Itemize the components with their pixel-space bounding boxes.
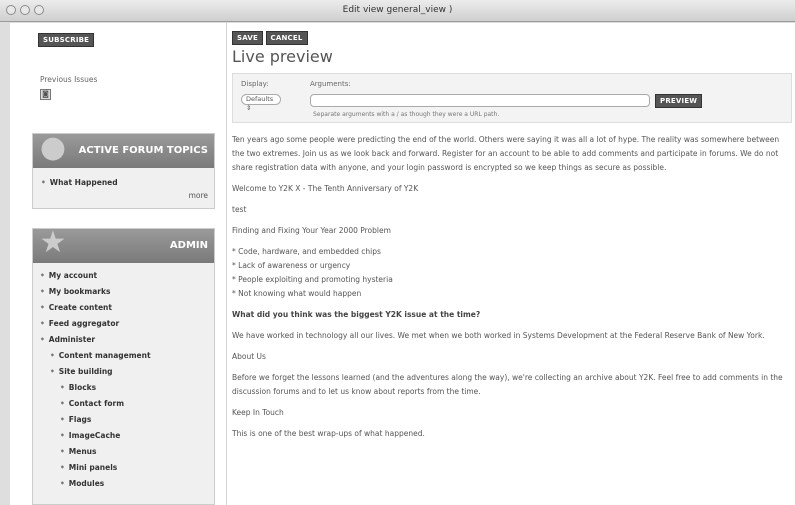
admin-block-header: ★ ADMIN: [33, 225, 214, 263]
nav-label: Mini panels: [68, 463, 118, 472]
forum-block-title: ACTIVE FORUM TOPICS: [78, 145, 208, 156]
display-select-value: Defaults: [246, 95, 274, 103]
nav-item-mini-panels[interactable]: • Mini panels: [40, 460, 151, 476]
list-item: * Lack of awareness or urgency: [232, 261, 351, 270]
window-titlebar: Edit view general_view ): [0, 0, 795, 22]
nav-label: My bookmarks: [48, 287, 111, 296]
active-forum-topics-block: ● ACTIVE FORUM TOPICS • What Happened mor…: [32, 130, 215, 209]
page-title: Live preview: [232, 47, 333, 66]
question-line: What did you think was the biggest Y2K i…: [232, 310, 481, 319]
arguments-help-text: Separate arguments with a / as though th…: [313, 111, 500, 118]
admin-nav-menu: • My account • My bookmarks • Create conten…: [40, 268, 151, 492]
nav-item-create-content[interactable]: • Create content: [40, 300, 151, 316]
nav-item-feed-aggregator[interactable]: • Feed aggregator: [40, 316, 151, 332]
background-paragraph: We have worked in technology all our liv…: [232, 331, 765, 340]
forum-block-header: ● ACTIVE FORUM TOPICS: [33, 130, 214, 168]
save-button[interactable]: SAVE: [232, 31, 263, 45]
arguments-input[interactable]: [310, 94, 650, 107]
display-select[interactable]: Defaults ⇕: [241, 94, 281, 112]
rss-icon[interactable]: ◙: [40, 89, 51, 100]
star-icon: ★: [39, 225, 67, 260]
nav-item-blocks[interactable]: • Blocks: [40, 380, 151, 396]
keep-in-touch-heading: Keep In Touch: [232, 408, 284, 417]
bullet-icon: •: [41, 178, 46, 187]
bullet-icon: •: [60, 463, 65, 472]
nav-item-flags[interactable]: • Flags: [40, 412, 151, 428]
nav-label: Administer: [48, 335, 96, 344]
subscribe-button[interactable]: SUBSCRIBE: [38, 33, 95, 47]
nav-label: Site building: [58, 367, 113, 376]
bullet-icon: •: [60, 447, 65, 456]
intro-paragraph: Ten years ago some people were predictin…: [232, 135, 780, 172]
bullet-icon: •: [60, 399, 65, 408]
preview-controls: Display: Arguments: Defaults ⇕ PREVIEW S…: [232, 73, 792, 123]
list-item: * Not knowing what would happen: [232, 289, 362, 298]
previous-issues-link[interactable]: Previous Issues: [40, 75, 97, 84]
nav-item-menus[interactable]: • Menus: [40, 444, 151, 460]
bullet-icon: •: [40, 319, 45, 328]
nav-label: Menus: [68, 447, 97, 456]
nav-label: Blocks: [68, 383, 97, 392]
nav-label: My account: [48, 271, 98, 280]
bullet-icon: •: [40, 271, 45, 280]
issues-list: * Code, hardware, and embedded chips * L…: [232, 245, 792, 301]
wrapup-line: This is one of the best wrap-ups of what…: [232, 429, 425, 438]
bullet-icon: •: [60, 415, 65, 424]
arguments-label: Arguments:: [310, 80, 351, 88]
nav-item-content-management[interactable]: • Content management: [40, 348, 151, 364]
admin-block-title: ADMIN: [169, 240, 208, 251]
more-link[interactable]: more: [33, 187, 214, 208]
about-heading: About Us: [232, 352, 266, 361]
bullet-icon: •: [60, 383, 65, 392]
nav-label: Contact form: [68, 399, 125, 408]
edit-toolbar: SAVE CANCEL: [232, 31, 308, 45]
nav-item-contact-form[interactable]: • Contact form: [40, 396, 151, 412]
page: SUBSCRIBE Previous Issues ◙ ● ACTIVE FOR…: [10, 23, 795, 505]
nav-label: ImageCache: [68, 431, 121, 440]
finding-line: Finding and Fixing Your Year 2000 Proble…: [232, 226, 391, 235]
list-item: * People exploiting and promoting hyster…: [232, 275, 393, 284]
nav-item-my-bookmarks[interactable]: • My bookmarks: [40, 284, 151, 300]
nav-label: Create content: [48, 303, 112, 312]
nav-item-my-account[interactable]: • My account: [40, 268, 151, 284]
list-item: * Code, hardware, and embedded chips: [232, 247, 381, 256]
nav-item-modules[interactable]: • Modules: [40, 476, 151, 492]
window-title: Edit view general_view ): [342, 5, 453, 15]
bullet-icon: •: [40, 303, 45, 312]
bullet-icon: •: [40, 287, 45, 296]
nav-item-site-building[interactable]: • Site building: [40, 364, 151, 380]
display-label: Display:: [241, 80, 269, 88]
nav-label: Content management: [58, 351, 151, 360]
nav-label: Modules: [68, 479, 105, 488]
forum-topic-link[interactable]: • What Happened: [33, 168, 214, 187]
archive-paragraph: Before we forget the lessons learned (an…: [232, 373, 783, 396]
nav-item-administer[interactable]: • Administer: [40, 332, 151, 348]
bullet-icon: •: [60, 479, 65, 488]
select-arrows-icon: ⇕: [246, 104, 252, 112]
cancel-button[interactable]: CANCEL: [265, 31, 308, 45]
preview-output: Ten years ago some people were predictin…: [232, 133, 792, 448]
bullet-icon: •: [50, 351, 55, 360]
forum-topic-label: What Happened: [49, 178, 118, 187]
preview-button[interactable]: PREVIEW: [655, 94, 703, 108]
nav-label: Flags: [68, 415, 92, 424]
sidebar: SUBSCRIBE Previous Issues ◙ ● ACTIVE FOR…: [10, 23, 215, 505]
test-line: test: [232, 205, 247, 214]
nav-label: Feed aggregator: [48, 319, 120, 328]
welcome-line: Welcome to Y2K X - The Tenth Anniversary…: [232, 184, 419, 193]
bullet-icon: •: [40, 335, 45, 344]
nav-item-imagecache[interactable]: • ImageCache: [40, 428, 151, 444]
bullet-icon: •: [50, 367, 55, 376]
speech-bubbles-icon: ●: [39, 130, 67, 165]
main-content: SAVE CANCEL Live preview Display: Argume…: [226, 23, 795, 505]
bullet-icon: •: [60, 431, 65, 440]
